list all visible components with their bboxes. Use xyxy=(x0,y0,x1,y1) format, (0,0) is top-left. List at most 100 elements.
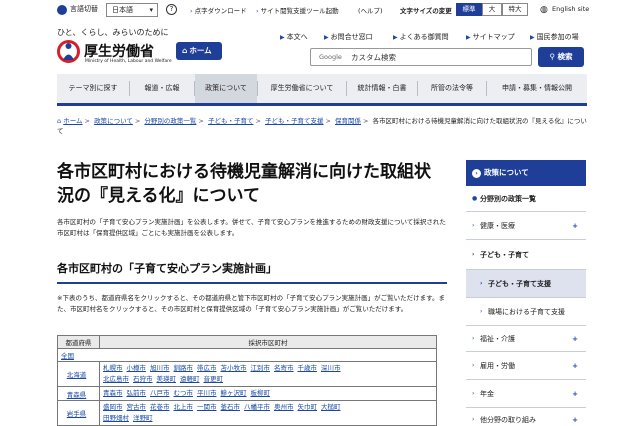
municipality-link[interactable]: 田野畑村 xyxy=(103,414,129,422)
municipality-link[interactable]: 八戸市 xyxy=(150,389,170,397)
font-size-large-button[interactable]: 大 xyxy=(482,3,502,16)
municipality-link[interactable]: 遠軽町 xyxy=(180,375,200,383)
municipality-link[interactable]: 大槌町 xyxy=(321,403,341,411)
municipality-link[interactable]: 江別市 xyxy=(251,364,271,372)
breadcrumb-child-support[interactable]: 子ども・子育て支援 xyxy=(265,117,324,125)
browsing-support-link[interactable]: › サイト閲覧支援ツール起動 xyxy=(256,5,339,15)
section-heading: 各市区町村の「子育て安心プラン実施計画」 xyxy=(57,260,447,284)
sitemap-link[interactable]: ▶ サイトマップ xyxy=(466,32,515,42)
prefecture-cell: 北海道 xyxy=(57,361,100,387)
help-link[interactable]: (ヘルプ) xyxy=(358,5,383,15)
gnav-item-applications[interactable]: 申請・募集・情報公開 xyxy=(487,74,587,103)
side-item-employment[interactable]: › 雇用・労働 + xyxy=(466,352,586,380)
side-nav-header[interactable]: › 政策について xyxy=(466,160,586,186)
municipality-link[interactable]: 釜石市 xyxy=(221,403,241,411)
braille-download-link[interactable]: › 点字ダウンロード xyxy=(190,5,247,15)
side-item-child-support[interactable]: › 子ども・子育て支援 xyxy=(466,270,586,298)
municipality-link[interactable]: 千歳市 xyxy=(298,364,318,372)
arrow-icon: › xyxy=(256,7,259,15)
search-button[interactable]: ⚲ 検索 xyxy=(538,47,584,67)
prefecture-link[interactable]: 北海道 xyxy=(67,371,87,379)
public-participation-link[interactable]: ▶ 国民参加の場 xyxy=(530,32,579,42)
english-site-link[interactable]: English site xyxy=(552,5,589,13)
municipality-link[interactable]: 北上市 xyxy=(174,403,194,411)
table-cell: 全国 xyxy=(57,348,437,362)
logo-tagline: ひと、くらし、みらいのために xyxy=(57,28,169,37)
municipality-link[interactable]: 一関市 xyxy=(197,403,217,411)
gnav-item-laws[interactable]: 所管の法令等 xyxy=(418,74,486,103)
municipality-link[interactable]: 八幡平市 xyxy=(244,403,270,411)
municipality-link[interactable]: 音更町 xyxy=(204,375,224,383)
contact-link[interactable]: ▶ お問合せ窓口 xyxy=(324,32,373,42)
mhlw-logo-icon[interactable] xyxy=(57,40,80,63)
prefecture-link[interactable]: 青森県 xyxy=(67,391,87,399)
municipality-link[interactable]: 札幌市 xyxy=(103,364,123,372)
skip-to-content-link[interactable]: ▶ 本文へ xyxy=(280,32,308,42)
gnav-item-policy[interactable]: 政策について xyxy=(195,74,257,103)
lead-text: 各市区町村の「子育て安心プラン実施計画」を公表します。併せて、子育て安心プランを… xyxy=(57,218,446,237)
municipality-link[interactable]: 宮古市 xyxy=(127,403,147,411)
gnav-item-about[interactable]: 厚生労働省について xyxy=(258,74,346,103)
utility-bar: 言語切替 日本語 ▾ ? › 点字ダウンロード › サイト閲覧支援ツール起動 (ヘル… xyxy=(0,0,640,22)
logo-english-name: Ministry of Health, Labour and Welfare xyxy=(85,59,172,64)
gnav-item-statistics[interactable]: 統計情報・白書 xyxy=(347,74,417,103)
municipality-link[interactable]: 北広島市 xyxy=(103,375,129,383)
municipality-link[interactable]: 深川市 xyxy=(321,364,341,372)
logo-name[interactable]: 厚生労働省 xyxy=(84,41,154,61)
municipality-link[interactable]: 弘前市 xyxy=(127,389,147,397)
breadcrumb-home[interactable]: ホーム xyxy=(63,117,82,125)
language-select-value: 日本語 xyxy=(112,6,133,14)
municipality-link[interactable]: 美瑛町 xyxy=(157,375,177,383)
expand-icon: + xyxy=(572,416,578,424)
home-button[interactable]: ⌂ ホーム xyxy=(176,42,222,60)
side-item-workplace-support[interactable]: › 職場における子育て支援 xyxy=(466,298,586,326)
search-input[interactable]: Google カスタム検索 xyxy=(310,48,532,66)
side-item-other-fields[interactable]: › 他分野の取り組み + xyxy=(466,408,586,426)
font-size-xlarge-button[interactable]: 特大 xyxy=(502,3,528,16)
gnav-item-themes[interactable]: テーマ別に探す xyxy=(57,74,129,103)
municipality-link[interactable]: 名寄市 xyxy=(274,364,294,372)
faq-link[interactable]: ▶ よくある御質問 xyxy=(393,32,449,42)
municipality-link[interactable]: 青森市 xyxy=(103,389,123,397)
font-size-standard-button[interactable]: 標準 xyxy=(456,3,482,16)
municipality-link[interactable]: 苫小牧市 xyxy=(221,364,247,372)
expand-icon: + xyxy=(572,390,578,398)
chevron-down-icon: ▾ xyxy=(149,6,153,14)
municipality-link[interactable]: 花巻市 xyxy=(150,403,170,411)
nationwide-link[interactable]: 全国 xyxy=(61,352,74,360)
side-item-policy-list[interactable]: ● 分野別の政策一覧 xyxy=(466,186,586,212)
municipality-link[interactable]: 石狩市 xyxy=(133,375,153,383)
breadcrumb-policy-list[interactable]: 分野別の政策一覧 xyxy=(144,117,196,125)
side-item-children[interactable]: › 子ども・子育て xyxy=(466,240,586,270)
breadcrumb-nursery[interactable]: 保育関係 xyxy=(335,117,361,125)
municipality-line: 青森市 弘前市 八戸市 むつ市 平川市 鰺ヶ沢町 板柳町 xyxy=(103,388,433,399)
municipality-line: 田野畑村 洋野町 xyxy=(103,413,433,424)
arrow-icon: ● xyxy=(472,195,478,202)
municipality-link[interactable]: 矢巾町 xyxy=(298,403,318,411)
side-item-pension[interactable]: › 年金 + xyxy=(466,380,586,408)
municipality-link[interactable]: むつ市 xyxy=(174,389,194,397)
help-icon[interactable]: ? xyxy=(166,4,177,15)
globe-icon xyxy=(57,5,67,15)
municipality-link[interactable]: 板柳町 xyxy=(251,389,271,397)
municipality-link[interactable]: 盛岡市 xyxy=(103,403,123,411)
municipality-link[interactable]: 釧路市 xyxy=(174,364,194,372)
side-item-welfare[interactable]: › 福祉・介護 + xyxy=(466,326,586,352)
municipality-link[interactable]: 旭川市 xyxy=(150,364,170,372)
municipality-link[interactable]: 鰺ヶ沢町 xyxy=(221,389,247,397)
note-text: ※下表のうち、都道府県名をクリックすると、その都道府県と管下市区町村の「子育て安… xyxy=(57,294,446,313)
municipality-link[interactable]: 平川市 xyxy=(197,389,217,397)
table-row: 岩手県 盛岡市 宮古市 花巻市 北上市 一関市 釜石市 八幡平市 奥州市 矢巾町 大槌町 田野畑村… xyxy=(57,400,437,426)
side-item-health[interactable]: › 健康・医療 + xyxy=(466,212,586,240)
municipality-link[interactable]: 小樽市 xyxy=(127,364,147,372)
prefecture-link[interactable]: 岩手県 xyxy=(67,410,87,418)
gnav-item-press[interactable]: 報道・広報 xyxy=(130,74,194,103)
municipality-link[interactable]: 洋野町 xyxy=(133,414,153,422)
arrow-icon: › xyxy=(472,416,475,423)
municipality-link[interactable]: 帯広市 xyxy=(197,364,217,372)
municipality-link[interactable]: 奥州市 xyxy=(274,403,294,411)
breadcrumb-policy[interactable]: 政策について xyxy=(94,117,133,125)
language-select[interactable]: 日本語 ▾ xyxy=(106,3,158,17)
table-header-prefecture: 都道府県 xyxy=(57,335,100,349)
breadcrumb-children[interactable]: 子ども・子育て xyxy=(208,117,254,125)
